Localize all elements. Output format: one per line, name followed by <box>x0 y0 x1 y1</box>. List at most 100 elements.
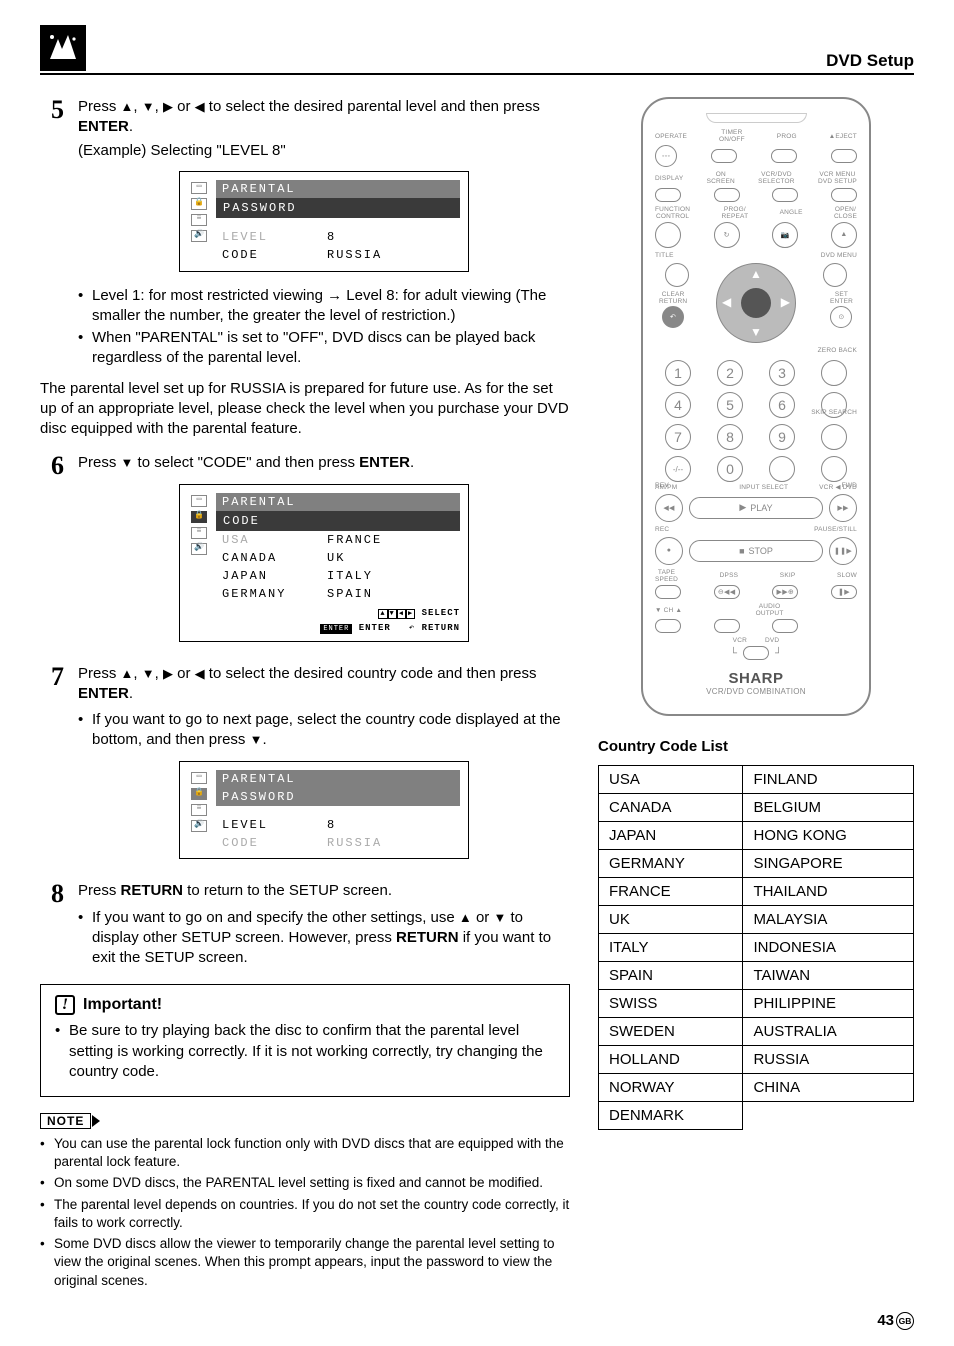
bullet-item: Level 1: for most restricted viewing → L… <box>78 286 570 327</box>
osd-controls-select: ▲▼◀▶ SELECT <box>216 607 460 619</box>
country-cell: PHILIPPINE <box>743 990 914 1018</box>
step-number: 8 <box>40 881 64 907</box>
prog-repeat-button: ↻ <box>714 222 740 248</box>
country-cell: THAILAND <box>743 878 914 906</box>
osd-panel-step5: ▭ 🔒 ≡ 🔊 PARENTAL PASSWORD LEVEL <box>179 171 469 272</box>
screen-icon: ▭ <box>191 495 207 507</box>
table-row: DENMARK <box>599 1102 914 1130</box>
num-4: 4 <box>665 392 691 418</box>
audio-output-button <box>772 619 798 633</box>
country-cell: DENMARK <box>599 1102 743 1130</box>
step-7: 7 Press ▲, ▼, ▶ or ◀ to select the desir… <box>40 664 570 874</box>
table-row: SPAINTAIWAN <box>599 962 914 990</box>
table-row: SWISSPHILIPPINE <box>599 990 914 1018</box>
remote-brand: SHARP VCR/DVD COMBINATION <box>655 670 857 696</box>
speaker-icon: 🔊 <box>191 820 207 832</box>
step-5-instruction: Press ▲, ▼, ▶ or ◀ to select the desired… <box>78 97 570 138</box>
important-box: ! Important! Be sure to try playing back… <box>40 984 570 1097</box>
important-text: Be sure to try playing back the disc to … <box>55 1021 555 1082</box>
bullet-item: If you want to go on and specify the oth… <box>78 908 570 969</box>
table-row: SWEDENAUSTRALIA <box>599 1018 914 1046</box>
onscreen-button <box>714 188 740 202</box>
page-header: DVD Setup <box>40 25 914 75</box>
num-1: 1 <box>665 360 691 386</box>
step-7-instruction: Press ▲, ▼, ▶ or ◀ to select the desired… <box>78 664 570 705</box>
vcr-dvd-button <box>821 456 847 482</box>
osd-level-row: LEVEL 8 <box>216 228 460 246</box>
step-5-example: (Example) Selecting "LEVEL 8" <box>78 141 570 161</box>
country-cell: NORWAY <box>599 1074 743 1102</box>
osd-code-row: CODE RUSSIA <box>216 246 460 264</box>
bars-icon: ≡ <box>191 527 207 539</box>
pause-button: ❚❚▶ <box>829 537 857 565</box>
zero-back-button <box>821 360 847 386</box>
note-label: NOTE <box>40 1113 91 1129</box>
screen-icon: ▭ <box>191 772 207 784</box>
page-number: 43GB <box>877 1312 914 1330</box>
exclamation-icon: ! <box>55 995 75 1015</box>
numpad: 1 2 3 4 5 6 7 8 9 -/-- 0 <box>655 360 857 482</box>
open-close-button: ▲ <box>831 222 857 248</box>
dvdmenu-button <box>823 263 847 287</box>
tape-speed-button <box>655 585 681 599</box>
ch-up-button <box>714 619 740 633</box>
speaker-icon: 🔊 <box>191 230 207 242</box>
media-row-play: ◀◀ ▶ PLAY ▶▶ <box>655 494 857 522</box>
step-5: 5 Press ▲, ▼, ▶ or ◀ to select the desir… <box>40 97 570 371</box>
osd-subtitle-row: PASSWORD <box>216 788 460 806</box>
country-cell: MALAYSIA <box>743 906 914 934</box>
country-cell: RUSSIA <box>743 1046 914 1074</box>
remote-control-illustration: OPERATE TIMER ON/OFF PROG ▲EJECT ◦◦◦ DIS… <box>641 97 871 716</box>
step-number: 7 <box>40 664 64 690</box>
table-row: JAPANHONG KONG <box>599 822 914 850</box>
dpad-area: CLEAR RETURN ↶ ▲ ▼ ◀ ▶ <box>655 263 857 343</box>
osd-title-row: PARENTAL <box>216 493 460 511</box>
country-cell: CANADA <box>599 794 743 822</box>
note-item: On some DVD discs, the PARENTAL level se… <box>40 1174 570 1192</box>
bars-icon: ≡ <box>191 214 207 226</box>
country-cell: USA <box>599 766 743 794</box>
step-6: 6 Press ▼ to select "CODE" and then pres… <box>40 453 570 655</box>
country-cell: CHINA <box>743 1074 914 1102</box>
osd-subtitle-row: PASSWORD <box>216 198 460 218</box>
bars-icon: ≡ <box>191 804 207 816</box>
prog-button <box>771 149 797 163</box>
num-8: 8 <box>717 424 743 450</box>
play-button: ▶ PLAY <box>689 497 823 519</box>
osd-side-icons: ▭ 🔒 ≡ 🔊 <box>188 180 210 265</box>
lock-icon: 🔒 <box>191 511 207 523</box>
dpad: ▲ ▼ ◀ ▶ <box>716 263 796 343</box>
title-button <box>665 263 689 287</box>
note-item: You can use the parental lock function o… <box>40 1135 570 1171</box>
table-row: NORWAYCHINA <box>599 1074 914 1102</box>
country-cell: INDONESIA <box>743 934 914 962</box>
table-row: CANADABELGIUM <box>599 794 914 822</box>
country-cell: TAIWAN <box>743 962 914 990</box>
country-cell: JAPAN <box>599 822 743 850</box>
lock-icon: 🔒 <box>191 198 207 210</box>
osd-panel-step7: ▭ 🔒 ≡ 🔊 PARENTAL PASSWORD LEVEL <box>179 761 469 860</box>
osd-title-row: PARENTAL <box>216 180 460 198</box>
paragraph-russia-note: The parental level set up for RUSSIA is … <box>40 379 570 440</box>
display-button <box>655 188 681 202</box>
num-0: 0 <box>717 456 743 482</box>
bullet-item: If you want to go to next page, select t… <box>78 710 570 751</box>
skip-fwd-button: ▶▶⊕ <box>772 585 798 599</box>
lock-icon: 🔒 <box>191 788 207 800</box>
set-enter-button: ⊙ <box>830 306 852 328</box>
angle-button: 📷 <box>772 222 798 248</box>
fwd-button: ▶▶ <box>829 494 857 522</box>
country-code-list-title: Country Code List <box>598 738 914 755</box>
table-row: UKMALAYSIA <box>599 906 914 934</box>
osd-title-row: PARENTAL <box>216 770 460 788</box>
clear-return-button: ↶ <box>662 306 684 328</box>
section-title: DVD Setup <box>826 51 914 71</box>
osd-code-row: CODE RUSSIA <box>216 834 460 852</box>
ampm-button: -/-- <box>665 456 691 482</box>
screen-icon: ▭ <box>191 182 207 194</box>
vcr-indicator <box>743 646 769 660</box>
table-row: HOLLANDRUSSIA <box>599 1046 914 1074</box>
speaker-icon: 🔊 <box>191 543 207 555</box>
osd-panel-step6: ▭ 🔒 ≡ 🔊 PARENTAL CODE USAFRANCE CAN <box>179 484 469 642</box>
osd-side-icons: ▭ 🔒 ≡ 🔊 <box>188 770 210 853</box>
